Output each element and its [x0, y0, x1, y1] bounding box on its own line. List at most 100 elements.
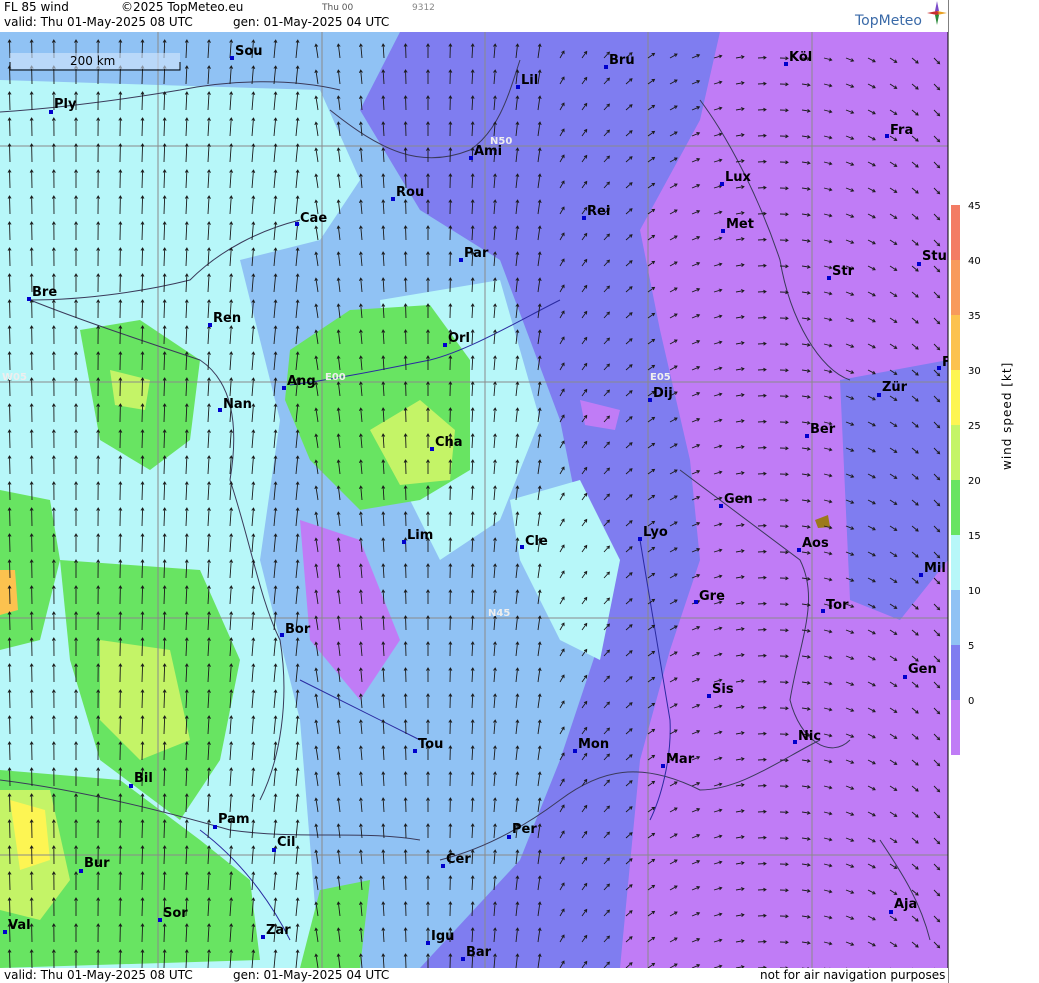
legend-title: wind speed [kt]	[1000, 361, 1014, 470]
city-lux[interactable]: Lux	[720, 170, 752, 186]
city-bar[interactable]: Bar	[461, 945, 492, 961]
city-mar[interactable]: Mar	[661, 752, 695, 768]
city-val[interactable]: Val	[3, 918, 31, 934]
city-aja[interactable]: Aja	[889, 897, 917, 914]
city-cha[interactable]: Cha	[430, 435, 463, 451]
city-stu[interactable]: Stu	[917, 249, 947, 266]
legend-tick-label: 0	[968, 696, 974, 707]
city-par[interactable]: Par	[459, 246, 489, 262]
legend-swatch	[951, 535, 960, 590]
svg-text:Pam: Pam	[218, 812, 250, 827]
svg-text:Fra: Fra	[890, 123, 913, 138]
city-bru[interactable]: Bru	[604, 53, 635, 69]
svg-text:Met: Met	[726, 217, 754, 232]
svg-text:Ren: Ren	[213, 311, 241, 326]
legend-swatch	[951, 480, 960, 535]
city-mil[interactable]: Mil	[919, 561, 946, 577]
svg-text:Igu: Igu	[431, 929, 454, 944]
legend-tick-label: 45	[968, 201, 981, 212]
product-title: FL 85 wind	[4, 0, 69, 14]
svg-text:Sou: Sou	[235, 44, 263, 59]
topmeteo-logo[interactable]: TopMeteo	[855, 1, 947, 29]
svg-text:Cil: Cil	[277, 835, 295, 850]
valid-time: valid: Thu 01-May-2025 08 UTC	[4, 15, 193, 29]
city-gen-2[interactable]: Gen	[903, 662, 937, 679]
scale-bar-label: 200 km	[70, 54, 115, 68]
city-ang[interactable]: Ang	[282, 374, 316, 390]
city-gre[interactable]: Gre	[694, 589, 725, 604]
city-bor[interactable]: Bor	[280, 622, 311, 637]
svg-text:Gre: Gre	[699, 589, 725, 604]
city-nic[interactable]: Nic	[793, 729, 821, 744]
footer-valid-time: valid: Thu 01-May-2025 08 UTC	[4, 968, 193, 982]
city-sor[interactable]: Sor	[158, 906, 188, 922]
city-sis[interactable]: Sis	[707, 682, 734, 698]
legend-tick-label: 30	[968, 366, 981, 377]
svg-text:Str: Str	[832, 264, 855, 279]
svg-text:Rou: Rou	[396, 185, 424, 200]
city-zur[interactable]: Zür	[877, 380, 908, 397]
svg-text:Cer: Cer	[446, 852, 471, 867]
legend-tick-label: 25	[968, 421, 981, 432]
city-pam[interactable]: Pam	[213, 812, 250, 829]
city-bur[interactable]: Bur	[79, 856, 110, 873]
brand-name: TopMeteo	[855, 13, 922, 29]
footer-bar: valid: Thu 01-May-2025 08 UTC gen: 01-Ma…	[0, 968, 948, 983]
city-str[interactable]: Str	[827, 264, 855, 280]
svg-text:Mar: Mar	[666, 752, 695, 767]
city-sou[interactable]: Sou	[230, 44, 263, 60]
city-ami[interactable]: Ami	[469, 144, 502, 160]
svg-text:Mil: Mil	[924, 561, 946, 576]
svg-text:Bar: Bar	[466, 945, 492, 960]
city-orl[interactable]: Orl	[443, 331, 470, 347]
svg-text:Köl: Köl	[789, 50, 812, 65]
city-ren[interactable]: Ren	[208, 311, 241, 327]
city-tou[interactable]: Tou	[413, 737, 443, 753]
city-ply[interactable]: Ply	[49, 97, 77, 114]
svg-text:Nan: Nan	[223, 397, 252, 412]
svg-text:Bur: Bur	[84, 856, 110, 871]
legend-swatch	[951, 645, 960, 700]
city-ber[interactable]: Ber	[805, 422, 836, 438]
legend-swatch	[951, 315, 960, 370]
svg-text:Cle: Cle	[525, 534, 548, 549]
city-cle[interactable]: Cle	[520, 534, 548, 549]
city-bre[interactable]: Bre	[27, 285, 57, 301]
grid-label-e00: E00	[325, 372, 346, 383]
svg-text:Nic: Nic	[798, 729, 821, 744]
svg-text:Mon: Mon	[578, 737, 609, 752]
svg-text:Zür: Zür	[882, 380, 908, 395]
svg-text:Lim: Lim	[407, 528, 433, 543]
svg-text:Tou: Tou	[418, 737, 443, 752]
city-cer[interactable]: Cer	[441, 852, 471, 868]
legend-tick-label: 10	[968, 586, 981, 597]
small-time: Thu 00	[322, 3, 354, 13]
legend-tick-label: 15	[968, 531, 981, 542]
city-lyo[interactable]: Lyo	[638, 525, 668, 541]
city-kol[interactable]: Köl	[784, 50, 812, 66]
city-per[interactable]: Per	[507, 822, 537, 839]
city-lim[interactable]: Lim	[402, 528, 433, 544]
city-met[interactable]: Met	[721, 217, 754, 233]
city-fra[interactable]: Fra	[885, 123, 913, 138]
svg-text:Bor: Bor	[285, 622, 311, 637]
city-gen[interactable]: Gen	[719, 492, 753, 508]
city-mon[interactable]: Mon	[573, 737, 609, 753]
city-rei[interactable]: Rei	[582, 204, 610, 220]
svg-text:Aos: Aos	[802, 536, 829, 551]
svg-text:Gen: Gen	[908, 662, 937, 677]
city-rou[interactable]: Rou	[391, 185, 424, 201]
city-tor[interactable]: Tor	[821, 598, 849, 613]
city-zar[interactable]: Zar	[261, 923, 291, 939]
wind-map[interactable]: N50 E05 W05 E00 N45 200 km Sou Ply Lil B…	[0, 0, 1039, 983]
svg-text:Ami: Ami	[474, 144, 502, 159]
footer-gen-time: gen: 01-May-2025 04 UTC	[233, 968, 390, 982]
code-label: 9312	[412, 3, 435, 13]
city-cae[interactable]: Cae	[295, 211, 327, 226]
city-aos[interactable]: Aos	[797, 536, 829, 552]
gen-time: gen: 01-May-2025 04 UTC	[233, 15, 390, 29]
legend-swatch	[951, 700, 960, 755]
city-igu[interactable]: Igu	[426, 929, 454, 945]
city-nan[interactable]: Nan	[218, 397, 252, 412]
copyright: ©2025 TopMeteo.eu	[121, 0, 244, 14]
